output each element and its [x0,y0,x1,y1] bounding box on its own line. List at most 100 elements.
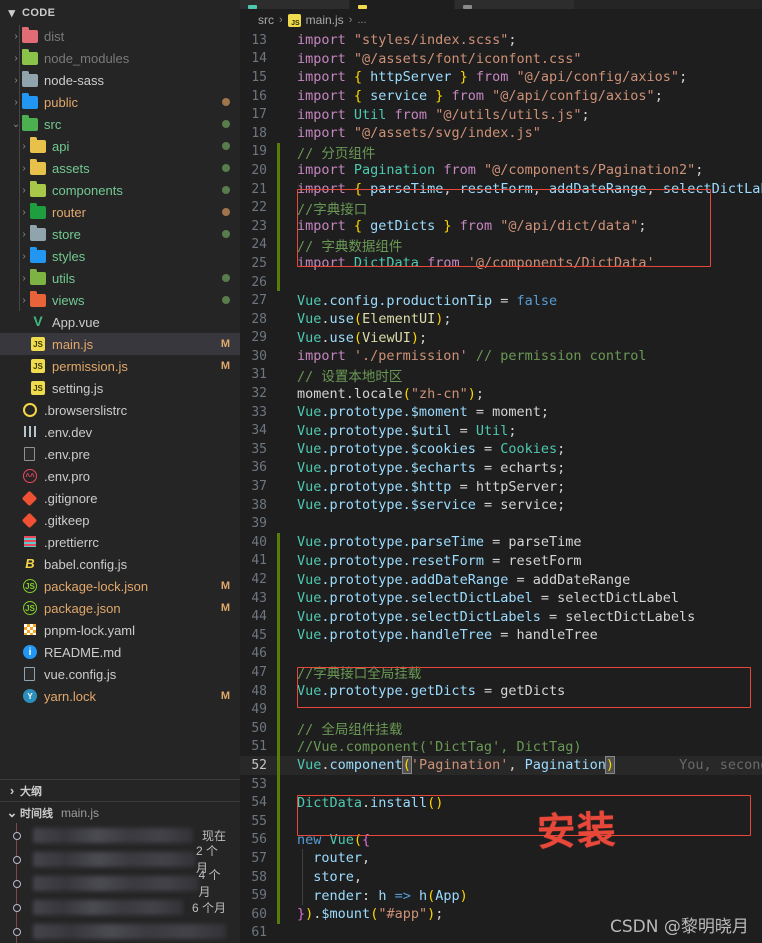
code-line[interactable]: 24 // 字典数据组件 [240,235,762,255]
code-line[interactable]: 22 //字典接口 [240,198,762,218]
file-tree-item[interactable]: ›Yyarn.lockM [0,685,240,707]
code-line[interactable]: 30 import './permission' // permission co… [240,347,762,366]
chevron-right-icon[interactable]: › [18,273,30,284]
chevron-down-icon[interactable]: ⌄ [10,119,22,130]
code-line[interactable]: 35 Vue.prototype.$cookies = Cookies; [240,440,762,459]
chevron-down-icon[interactable]: ⌄ [4,806,20,819]
code-line[interactable]: 42 Vue.prototype.addDateRange = addDateRa… [240,570,762,589]
file-tree-item[interactable]: ›VApp.vue [0,311,240,333]
file-tree-item[interactable]: › node_modules [0,47,240,69]
code-line[interactable]: 31 // 设置本地时区 [240,366,762,385]
code-line[interactable]: 45 Vue.prototype.handleTree = handleTree [240,626,762,645]
code-line[interactable]: 18 import "@/assets/svg/index.js" [240,124,762,143]
timeline-list[interactable]: 现在 2 个月 4 个月 6 个月 [0,822,240,943]
file-tree-item[interactable]: ›JSpackage.jsonM [0,597,240,619]
file-tree-item[interactable]: ›.env.dev [0,421,240,443]
file-tree-item[interactable]: › utils [0,267,240,289]
file-tree-item[interactable]: ›.browserslistrc [0,399,240,421]
file-tree-item[interactable]: ›JSpermission.jsM [0,355,240,377]
file-tree-item[interactable]: ›^^.env.pro [0,465,240,487]
file-tree-item[interactable]: ›JSsetting.js [0,377,240,399]
code-line[interactable]: 50 // 全局组件挂载 [240,718,762,738]
chevron-right-icon[interactable]: › [18,295,30,306]
code-line[interactable]: 26 [240,272,762,292]
chevron-right-icon[interactable]: › [10,97,22,108]
code-line[interactable]: 32 moment.locale("zh-cn"); [240,384,762,403]
chevron-right-icon[interactable]: › [10,75,22,86]
code-line[interactable]: 23 import { getDicts } from "@/api/dict/d… [240,216,762,236]
file-tree-item[interactable]: › views [0,289,240,311]
code-line-current[interactable]: 52 Vue.component('Pagination', Pagination… [240,756,762,775]
code-line[interactable]: 34 Vue.prototype.$util = Util; [240,421,762,440]
code-line[interactable]: 29 Vue.use(ViewUI); [240,329,762,348]
chevron-right-icon[interactable]: › [10,31,22,42]
code-line[interactable]: 43 Vue.prototype.selectDictLabel = select… [240,588,762,608]
code-line[interactable]: 15 import { httpServer } from "@/api/conf… [240,68,762,87]
code-line[interactable]: 44 Vue.prototype.selectDictLabels = selec… [240,607,762,626]
code-line[interactable]: 48 Vue.prototype.getDicts = getDicts [240,681,762,701]
code-line[interactable]: 47 //字典接口全局挂载 [240,663,762,682]
code-line[interactable]: 58 store, [240,867,762,887]
code-line[interactable]: 54 DictData.install() [240,793,762,812]
code-line[interactable]: 28 Vue.use(ElementUI); [240,310,762,329]
chevron-down-icon[interactable]: ▾ [4,6,20,19]
editor-tab-bar[interactable] [240,0,762,9]
file-tree-item[interactable]: › components [0,179,240,201]
code-line[interactable]: 37 Vue.prototype.$http = httpServer; [240,477,762,496]
code-line[interactable]: 59 render: h => h(App) [240,886,762,905]
file-tree-item[interactable]: ⌄ src [0,113,240,135]
chevron-right-icon[interactable]: › [18,251,30,262]
file-tree-item[interactable]: ›vue.config.js [0,663,240,685]
file-tree-item[interactable]: ›iREADME.md [0,641,240,663]
timeline-panel-header[interactable]: ⌄ 时间线 main.js [0,801,240,823]
chevron-right-icon[interactable]: › [18,141,30,152]
chevron-right-icon[interactable]: › [18,185,30,196]
editor-tab[interactable] [455,0,575,9]
code-line[interactable]: 21 import { parseTime, resetForm, addDate… [240,179,762,199]
code-line[interactable]: 46 [240,644,762,664]
breadcrumb-folder[interactable]: src [258,13,274,27]
code-line[interactable]: 14 import "@/assets/font/iconfont.css" [240,50,762,69]
timeline-item[interactable]: 6 个月 [0,894,240,921]
file-tree-item[interactable]: › dist [0,25,240,47]
code-line[interactable]: 56 new Vue({ [240,830,762,850]
timeline-item[interactable]: 4 个月 [0,868,240,899]
file-tree-item[interactable]: › assets [0,157,240,179]
file-tree[interactable]: › dist › node_modules › node-sass › public ⌄ src ›… [0,25,240,779]
code-line[interactable]: 60}).$mount("#app"); [240,904,762,924]
code-line[interactable]: 19 // 分页组件 [240,142,762,162]
file-tree-item[interactable]: ›.gitignore [0,487,240,509]
breadcrumb[interactable]: src › JS main.js › ... [240,9,762,31]
code-line[interactable]: 53 [240,774,762,794]
code-line[interactable]: 40 Vue.prototype.parseTime = parseTime [240,533,762,552]
file-tree-item-selected[interactable]: ›JSmain.jsM [0,333,240,355]
file-tree-item[interactable]: ›.prettierrc [0,531,240,553]
code-line[interactable]: 20 import Pagination from "@/components/P… [240,161,762,180]
file-tree-item[interactable]: › public [0,91,240,113]
timeline-item[interactable] [0,918,240,943]
chevron-right-icon[interactable]: › [18,229,30,240]
code-line[interactable]: 55 [240,811,762,831]
editor-tab-main-js[interactable] [350,0,455,9]
file-tree-item[interactable]: › api [0,135,240,157]
file-tree-item[interactable]: ›.env.pre [0,443,240,465]
code-editor-content[interactable]: 13 import "styles/index.scss"; 14 import "@… [240,31,762,943]
chevron-right-icon[interactable]: › [10,53,22,64]
code-line[interactable]: 39 [240,514,762,533]
editor-tab[interactable] [240,0,350,9]
file-tree-item[interactable]: › node-sass [0,69,240,91]
file-tree-item[interactable]: › store [0,223,240,245]
file-tree-item[interactable]: › router [0,201,240,223]
code-line[interactable]: 36 Vue.prototype.$echarts = echarts; [240,459,762,478]
file-tree-item[interactable]: › styles [0,245,240,267]
code-line[interactable]: 27 Vue.config.productionTip = false [240,291,762,310]
code-line[interactable]: 49 [240,700,762,719]
code-line[interactable]: 61 [240,924,762,943]
code-line[interactable]: 51 //Vue.component('DictTag', DictTag) [240,737,762,757]
outline-panel-header[interactable]: › 大纲 [0,779,240,801]
breadcrumb-symbol-ellipsis[interactable]: ... [357,14,366,26]
code-line[interactable]: 33 Vue.prototype.$moment = moment; [240,403,762,422]
explorer-root-header[interactable]: ▾ CODE [0,0,240,25]
code-line[interactable]: 57 router, [240,849,762,868]
code-line[interactable]: 13 import "styles/index.scss"; [240,31,762,50]
